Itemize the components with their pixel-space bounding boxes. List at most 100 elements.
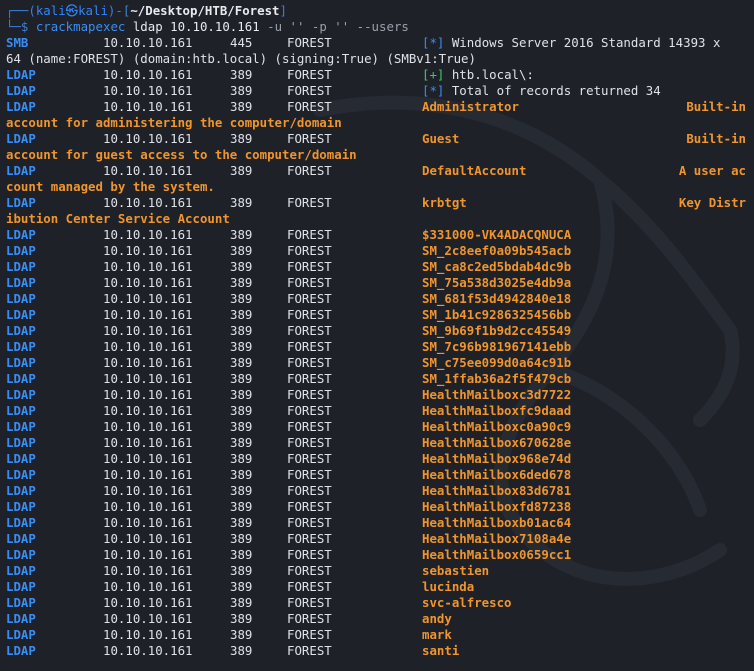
port-number: 389 (230, 67, 253, 82)
ip-address: 10.10.10.161 (103, 403, 193, 418)
ip-address: 10.10.10.161 (103, 595, 193, 610)
host-name: FOREST (287, 563, 332, 578)
ldap-user-line: LDAP 10.10.10.161 389 FOREST HealthMailboxfc… (6, 403, 752, 419)
host-name: FOREST (287, 611, 332, 626)
protocol-label: LDAP (6, 403, 36, 418)
port-number: 389 (230, 483, 253, 498)
protocol-label: LDAP (6, 227, 36, 242)
ldap-user-line: LDAP 10.10.10.161 389 FOREST SM_681f53d49428… (6, 291, 752, 307)
user-name: HealthMailbox670628e (422, 435, 572, 450)
ip-address: 10.10.10.161 (103, 259, 193, 274)
host-name: FOREST (287, 435, 332, 450)
user-name: SM_2c8eef0a09b545acb (422, 243, 572, 258)
status-text: htb.local\: (444, 67, 534, 82)
port-number: 389 (230, 131, 253, 146)
user-name: DefaultAccount (422, 163, 527, 178)
user-description: A user ac (678, 163, 746, 178)
protocol-label: LDAP (6, 451, 36, 466)
host-name: FOREST (287, 131, 332, 146)
port-number: 389 (230, 643, 253, 658)
host-name: FOREST (287, 547, 332, 562)
status-tag: [+] (422, 67, 445, 82)
ip-address: 10.10.10.161 (103, 35, 193, 50)
protocol-label: LDAP (6, 387, 36, 402)
user-description-continued: account for administering the computer/d… (6, 115, 342, 130)
protocol-label: LDAP (6, 483, 36, 498)
user-name: andy (422, 611, 452, 626)
user-name: HealthMailbox6ded678 (422, 467, 572, 482)
ldap-user-line: LDAP 10.10.10.161 389 FOREST HealthMailboxc0… (6, 419, 752, 435)
ldap-user-line: LDAP 10.10.10.161 389 FOREST $331000-VK4ADAC… (6, 227, 752, 243)
user-description: Key Distr (678, 195, 746, 210)
user-name: sebastien (422, 563, 490, 578)
port-number: 389 (230, 259, 253, 274)
protocol-label: LDAP (6, 323, 36, 338)
host-name: FOREST (287, 595, 332, 610)
user-name: HealthMailbox968e74d (422, 451, 572, 466)
port-number: 389 (230, 371, 253, 386)
host-name: FOREST (287, 323, 332, 338)
ldap-user-line: LDAP 10.10.10.161 389 FOREST SM_7c96b9819671… (6, 339, 752, 355)
protocol-label: LDAP (6, 643, 36, 658)
user-name: HealthMailboxc0a90c9 (422, 419, 572, 434)
host-name: FOREST (287, 483, 332, 498)
host-name: FOREST (287, 259, 332, 274)
protocol-label: LDAP (6, 67, 36, 82)
port-number: 389 (230, 403, 253, 418)
ip-address: 10.10.10.161 (103, 355, 193, 370)
ldap-user-line: LDAP 10.10.10.161 389 FOREST SM_1b41c9286325… (6, 307, 752, 323)
host-name: FOREST (287, 275, 332, 290)
user-name: krbtgt (422, 195, 467, 210)
port-number: 389 (230, 99, 253, 114)
port-number: 389 (230, 451, 253, 466)
host-name: FOREST (287, 387, 332, 402)
port-number: 389 (230, 163, 253, 178)
port-number: 389 (230, 579, 253, 594)
ip-address: 10.10.10.161 (103, 419, 193, 434)
terminal-window[interactable]: ┌──(kali㉿kali)-[~/Desktop/HTB/Forest] └─$… (0, 0, 754, 671)
user-name: SM_681f53d4942840e18 (422, 291, 572, 306)
protocol-label: LDAP (6, 339, 36, 354)
port-number: 389 (230, 355, 253, 370)
port-number: 389 (230, 291, 253, 306)
user-name: Administrator (422, 99, 519, 114)
prompt-frame: ] (279, 3, 287, 18)
ip-address: 10.10.10.161 (103, 531, 193, 546)
port-number: 389 (230, 515, 253, 530)
port-number: 389 (230, 243, 253, 258)
ip-address: 10.10.10.161 (103, 243, 193, 258)
protocol-label: LDAP (6, 163, 36, 178)
port-number: 389 (230, 435, 253, 450)
host-name: FOREST (287, 291, 332, 306)
host-name: FOREST (287, 243, 332, 258)
user-name: SM_75a538d3025e4db9a (422, 275, 572, 290)
host-name: FOREST (287, 515, 332, 530)
port-number: 389 (230, 307, 253, 322)
port-number: 389 (230, 275, 253, 290)
user-name: HealthMailboxb01ac64 (422, 515, 572, 530)
ip-address: 10.10.10.161 (103, 611, 193, 626)
port-number: 445 (230, 35, 253, 50)
host-name: FOREST (287, 99, 332, 114)
ldap-user-line: LDAP 10.10.10.161 389 FOREST SM_9b69f1b9d2cc… (6, 323, 752, 339)
protocol-label: LDAP (6, 547, 36, 562)
ldap-user-line: LDAP 10.10.10.161 389 FOREST SM_75a538d3025e… (6, 275, 752, 291)
ip-address: 10.10.10.161 (103, 627, 193, 642)
ip-address: 10.10.10.161 (103, 579, 193, 594)
user-name: SM_1b41c9286325456bb (422, 307, 572, 322)
ldap-user-line: LDAP 10.10.10.161 389 FOREST HealthMailboxb0… (6, 515, 752, 531)
description-wrap-line: account for administering the computer/d… (6, 115, 752, 131)
user-name: mark (422, 627, 452, 642)
ldap-user-line: LDAP 10.10.10.161 389 FOREST santi (6, 643, 752, 659)
prompt-user: kali㉿kali (35, 3, 108, 18)
ldap-status-line: LDAP 10.10.10.161 389 FOREST [+] htb.local\: (6, 67, 752, 83)
command-args: ldap 10.10.10.161 (125, 19, 268, 34)
ldap-user-line: LDAP 10.10.10.161 389 FOREST lucinda (6, 579, 752, 595)
prompt-path: ~/Desktop/HTB/Forest (130, 3, 280, 18)
user-description: Built-in (686, 99, 746, 114)
host-name: FOREST (287, 579, 332, 594)
ldap-user-line: LDAP 10.10.10.161 389 FOREST HealthMailboxfd… (6, 499, 752, 515)
user-name: HealthMailboxfc9daad (422, 403, 572, 418)
port-number: 389 (230, 627, 253, 642)
ip-address: 10.10.10.161 (103, 563, 193, 578)
